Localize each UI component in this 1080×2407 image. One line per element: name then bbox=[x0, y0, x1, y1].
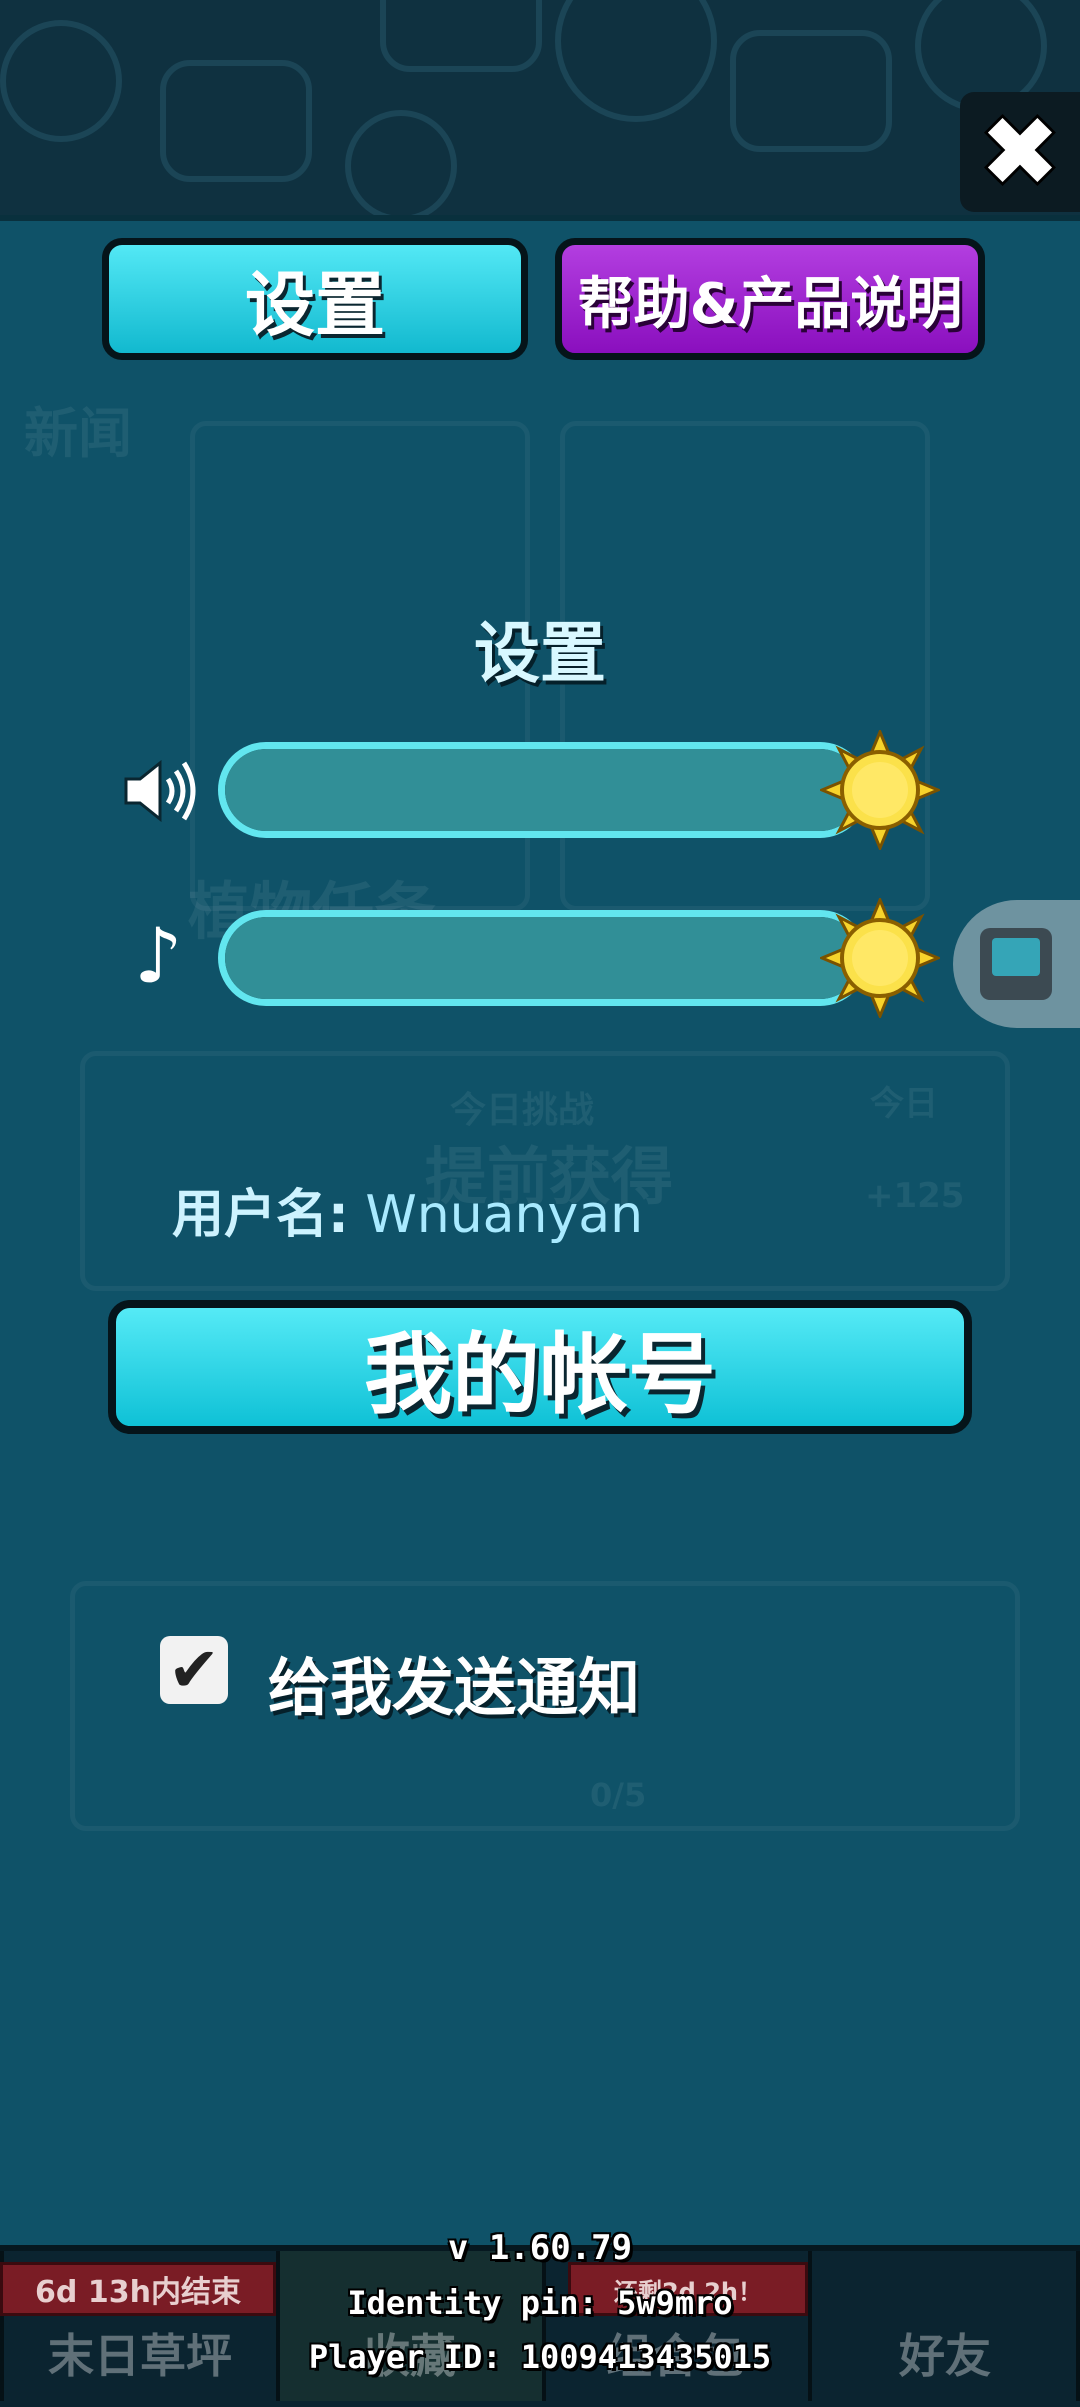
close-icon: ✖ bbox=[979, 96, 1061, 208]
music-slider-handle-sun-icon[interactable] bbox=[820, 898, 940, 1018]
username-row: 用户名: Wnuanyan bbox=[172, 1172, 643, 1247]
my-account-button[interactable]: 我的帐号 bbox=[108, 1300, 972, 1434]
floating-assist-button[interactable] bbox=[953, 900, 1080, 1028]
notifications-checkbox[interactable]: ✔ bbox=[160, 1636, 228, 1704]
sound-slider-handle-sun-icon[interactable] bbox=[820, 730, 940, 850]
music-note-icon: ♪ bbox=[134, 911, 183, 1000]
skull-decoration-icon bbox=[160, 60, 312, 182]
game-background-top bbox=[0, 0, 1080, 222]
bg-today: 今日 bbox=[870, 1084, 938, 1124]
leaf-decoration-icon bbox=[555, 0, 717, 122]
my-account-label: 我的帐号 bbox=[363, 1322, 716, 1426]
username-value: Wnuanyan bbox=[365, 1185, 644, 1245]
leaf-decoration-icon bbox=[0, 20, 122, 142]
bg-reward: +125 bbox=[865, 1176, 965, 1216]
touch-assist-icon bbox=[980, 928, 1052, 1000]
tab-help[interactable]: 帮助&产品说明 bbox=[555, 238, 985, 360]
notifications-label: 给我发送通知 bbox=[268, 1651, 641, 1724]
skull-decoration-icon bbox=[730, 30, 892, 152]
bg-news-label: 新闻 bbox=[24, 402, 132, 465]
close-button[interactable]: ✖ bbox=[960, 92, 1080, 212]
leaf-decoration-icon bbox=[345, 110, 457, 222]
player-id-text: Player ID: 1009413435015 bbox=[308, 2338, 772, 2376]
music-volume-fill bbox=[225, 917, 861, 999]
sound-volume-fill bbox=[225, 749, 861, 831]
checkmark-icon: ✔ bbox=[168, 1633, 220, 1706]
version-text: v 1.60.79 bbox=[447, 2228, 633, 2268]
username-label: 用户名: bbox=[172, 1185, 349, 1245]
tab-help-label: 帮助&产品说明 bbox=[577, 271, 963, 337]
settings-title: 设置 bbox=[474, 615, 606, 692]
skull-decoration-icon bbox=[380, 0, 542, 72]
bg-progress: 0/5 bbox=[590, 1776, 647, 1814]
sound-volume-slider[interactable] bbox=[218, 742, 868, 838]
tab-settings[interactable]: 设置 bbox=[102, 238, 528, 360]
tab-settings-label: 设置 bbox=[245, 263, 385, 346]
speaker-icon bbox=[122, 757, 198, 836]
music-volume-slider[interactable] bbox=[218, 910, 868, 1006]
identity-pin-text: Identity pin: 5w9mro bbox=[347, 2284, 733, 2322]
